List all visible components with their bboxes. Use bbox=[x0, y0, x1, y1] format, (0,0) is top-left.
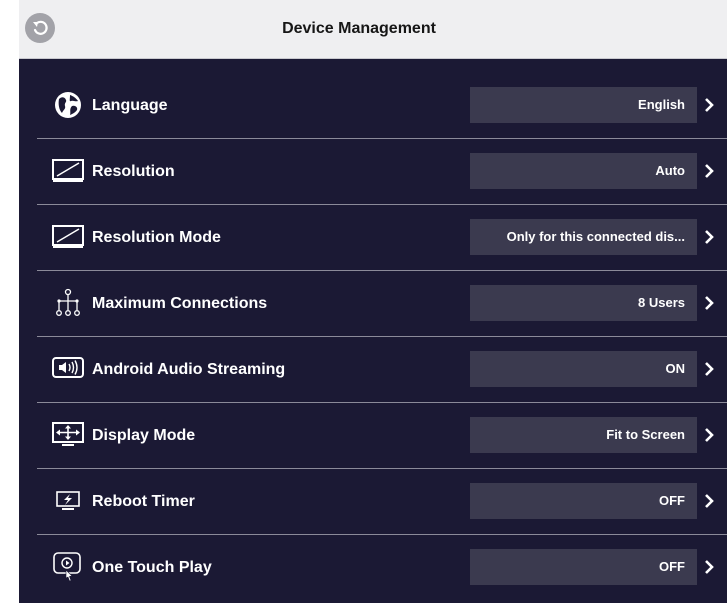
chevron-right-icon[interactable] bbox=[699, 555, 719, 579]
power-timer-icon bbox=[51, 485, 85, 517]
setting-label: Android Audio Streaming bbox=[92, 361, 286, 378]
setting-label: Display Mode bbox=[92, 427, 196, 444]
settings-list: Language English Resolution Auto Resolut… bbox=[37, 73, 727, 600]
globe-icon bbox=[51, 89, 85, 121]
setting-android-audio-streaming-row[interactable]: Android Audio Streaming ON bbox=[37, 337, 727, 403]
fit-screen-icon bbox=[51, 419, 85, 451]
setting-maximum-connections-row[interactable]: Maximum Connections 8 Users bbox=[37, 271, 727, 337]
chevron-right-icon[interactable] bbox=[699, 357, 719, 381]
setting-display-mode-row[interactable]: Display Mode Fit to Screen bbox=[37, 403, 727, 469]
setting-reboot-timer-row[interactable]: Reboot Timer OFF bbox=[37, 469, 727, 535]
device-management-window: Device Management Language English Resol… bbox=[19, 0, 727, 603]
setting-label: One Touch Play bbox=[92, 559, 212, 576]
setting-value[interactable]: OFF bbox=[470, 549, 697, 585]
setting-label: Language bbox=[92, 97, 168, 114]
setting-label: Resolution bbox=[92, 163, 175, 180]
chevron-right-icon[interactable] bbox=[699, 225, 719, 249]
monitor-icon bbox=[51, 221, 85, 253]
chevron-right-icon[interactable] bbox=[699, 423, 719, 447]
chevron-right-icon[interactable] bbox=[699, 159, 719, 183]
chevron-right-icon[interactable] bbox=[699, 489, 719, 513]
chevron-right-icon[interactable] bbox=[699, 93, 719, 117]
setting-label: Maximum Connections bbox=[92, 295, 268, 312]
header-bar: Device Management bbox=[19, 0, 727, 59]
monitor-icon bbox=[51, 155, 85, 187]
setting-label: Reboot Timer bbox=[92, 493, 195, 510]
chevron-right-icon[interactable] bbox=[699, 291, 719, 315]
page-title: Device Management bbox=[282, 20, 436, 37]
setting-value[interactable]: ON bbox=[470, 351, 697, 387]
setting-label: Resolution Mode bbox=[92, 229, 221, 246]
setting-value[interactable]: Only for this connected dis... bbox=[470, 219, 697, 255]
setting-value[interactable]: 8 Users bbox=[470, 285, 697, 321]
setting-value[interactable]: Auto bbox=[470, 153, 697, 189]
setting-resolution-mode-row[interactable]: Resolution Mode Only for this connected … bbox=[37, 205, 727, 271]
setting-language-row[interactable]: Language English bbox=[37, 73, 727, 139]
setting-resolution-row[interactable]: Resolution Auto bbox=[37, 139, 727, 205]
speaker-icon bbox=[51, 353, 85, 385]
setting-one-touch-play-row[interactable]: One Touch Play OFF bbox=[37, 535, 727, 600]
setting-value[interactable]: English bbox=[470, 87, 697, 123]
touch-play-icon bbox=[51, 551, 85, 583]
setting-value[interactable]: OFF bbox=[470, 483, 697, 519]
users-network-icon bbox=[51, 287, 85, 319]
setting-value[interactable]: Fit to Screen bbox=[470, 417, 697, 453]
